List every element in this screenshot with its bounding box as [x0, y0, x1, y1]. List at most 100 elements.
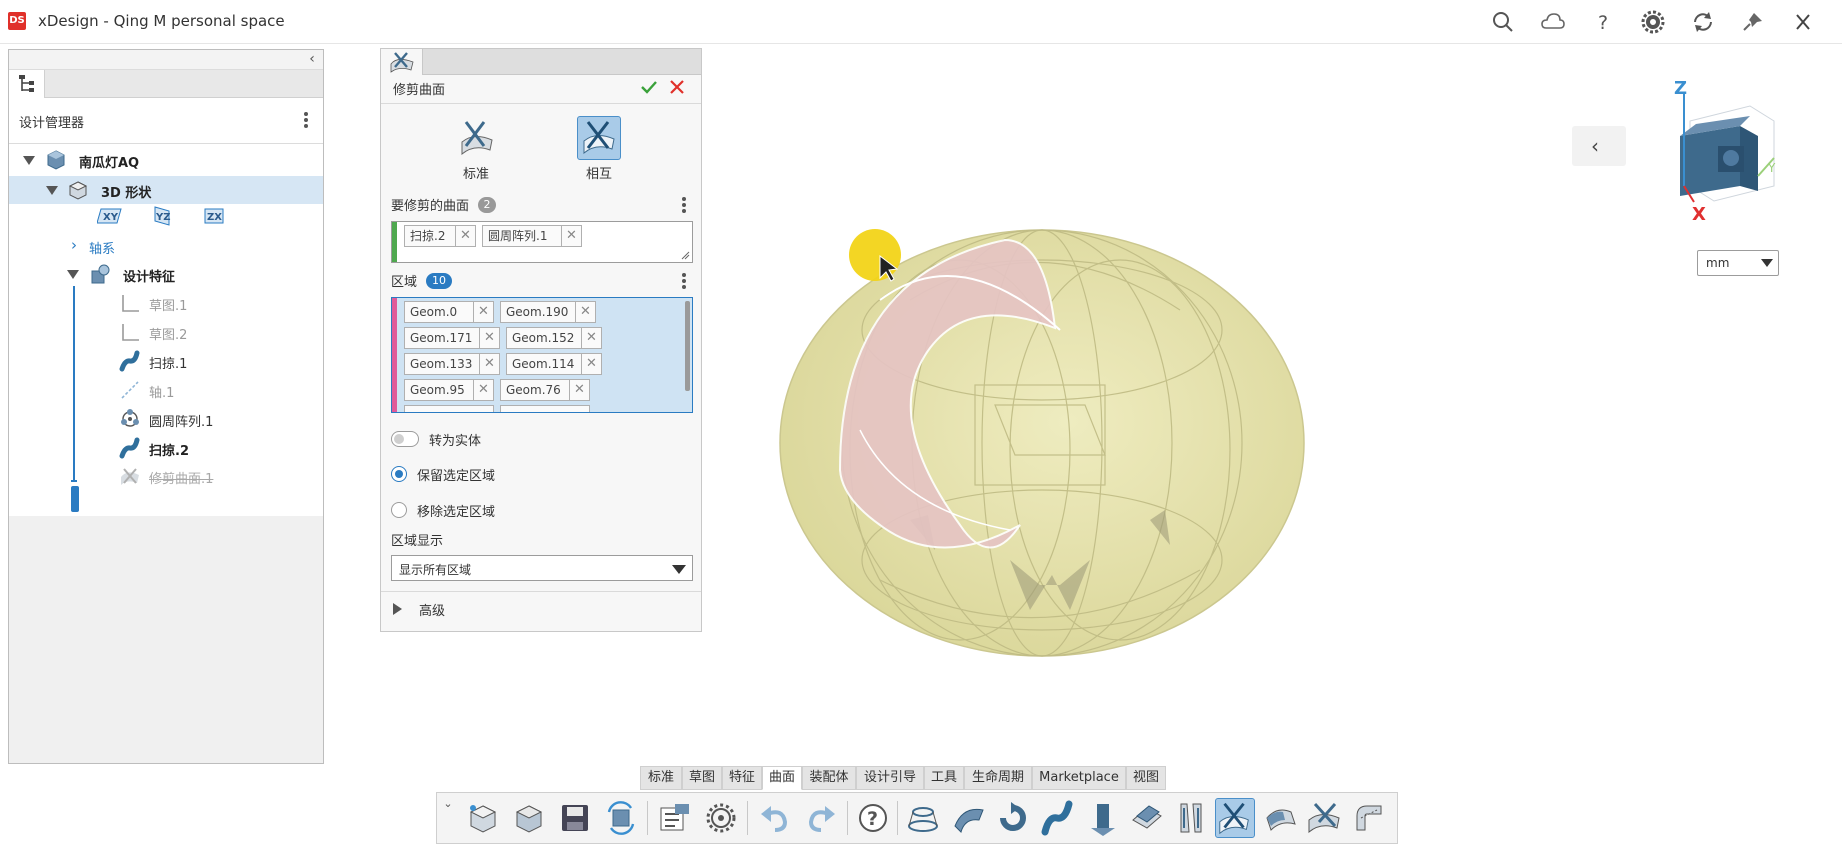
remove-chip-icon[interactable]: ✕: [575, 302, 595, 322]
tab-lifecycle[interactable]: 生命周期: [964, 766, 1032, 790]
tree-menu-button[interactable]: [299, 110, 313, 130]
save-icon[interactable]: [555, 798, 595, 838]
tab-standard[interactable]: 标准: [640, 766, 682, 790]
knit-icon[interactable]: [1349, 798, 1389, 838]
region-chip: Geom.0 ✕: [404, 301, 494, 323]
untrim-icon[interactable]: [1305, 798, 1345, 838]
loft-surface-icon[interactable]: [903, 798, 943, 838]
tree-item-part[interactable]: 南瓜灯AQ: [9, 146, 323, 174]
tab-feature-tree[interactable]: [9, 70, 45, 98]
settings-icon[interactable]: [701, 798, 741, 838]
advanced-label[interactable]: 高级: [419, 600, 445, 619]
keep-regions-radio[interactable]: [391, 466, 407, 482]
trim-surface-dialog: 修剪曲面 标准 相互 要修剪的曲面 2 扫掠.2 ✕ 圆周阵列.1 ✕ 区域 10 …: [380, 48, 702, 632]
zx-plane-icon[interactable]: ZX: [201, 205, 227, 227]
revolve-surface-icon[interactable]: [993, 798, 1033, 838]
triad-x-label: X: [1692, 204, 1706, 225]
tree-item-design-features[interactable]: 设计特征: [9, 260, 323, 288]
regions-menu-button[interactable]: [677, 271, 691, 291]
rebuild-icon[interactable]: [601, 798, 641, 838]
tab-trim-surface[interactable]: [381, 49, 423, 75]
mutual-mode-button[interactable]: [577, 116, 621, 160]
resize-grip-icon[interactable]: [680, 250, 690, 260]
chevron-right-icon[interactable]: ›: [71, 236, 77, 254]
tab-view[interactable]: 视图: [1126, 766, 1166, 790]
tab-sketch[interactable]: 草图: [682, 766, 722, 790]
help-icon[interactable]: ?: [853, 798, 893, 838]
tab-features[interactable]: 特征: [722, 766, 762, 790]
cancel-icon[interactable]: [667, 77, 687, 97]
expand-arrow-icon[interactable]: [23, 156, 35, 165]
tab-design-guidance[interactable]: 设计引导: [856, 766, 924, 790]
extrude-surface-icon[interactable]: [1083, 798, 1123, 838]
sweep-surface-icon[interactable]: [949, 798, 989, 838]
remove-chip-icon[interactable]: ✕: [479, 328, 499, 348]
region-display-dropdown[interactable]: 显示所有区域: [391, 555, 693, 581]
collapse-panel-button[interactable]: ‹: [305, 50, 319, 68]
redo-icon[interactable]: [801, 798, 841, 838]
to-solid-toggle[interactable]: [391, 431, 419, 447]
expand-arrow-icon[interactable]: [46, 186, 58, 195]
tree-label-3d-shape: 3D 形状: [101, 186, 152, 201]
surfaces-selection-box[interactable]: 扫掠.2 ✕ 圆周阵列.1 ✕: [391, 221, 693, 263]
help-icon[interactable]: ?: [1590, 10, 1616, 34]
regions-scrollbar[interactable]: [685, 301, 690, 391]
expand-arrow-icon[interactable]: [67, 270, 79, 279]
svg-text:XY: XY: [103, 212, 119, 223]
trim-surface-icon[interactable]: [1215, 798, 1255, 838]
tree-item-trim-surface-1[interactable]: 修剪曲面.1: [9, 462, 323, 490]
trim-surface-icon: [121, 468, 139, 485]
tab-marketplace[interactable]: Marketplace: [1032, 766, 1126, 790]
tab-tools[interactable]: 工具: [924, 766, 964, 790]
tree-item-circular-pattern-1[interactable]: 圆周阵列.1: [9, 405, 323, 433]
remove-chip-icon[interactable]: ✕: [473, 380, 493, 400]
toolbar-separator: [847, 801, 848, 835]
remove-chip-icon[interactable]: ✕: [581, 354, 601, 374]
open-icon[interactable]: [509, 798, 549, 838]
pumpkin-lantern-model[interactable]: [760, 180, 1320, 680]
remove-chip-icon[interactable]: ✕: [569, 380, 589, 400]
tree-item-sketch-1[interactable]: 草图.1: [9, 289, 323, 317]
remove-chip-icon[interactable]: ✕: [561, 226, 581, 246]
check-icon[interactable]: [639, 77, 659, 97]
expand-advanced-icon[interactable]: [393, 603, 402, 615]
cloud-icon[interactable]: [1540, 10, 1566, 34]
remove-regions-radio[interactable]: [391, 502, 407, 518]
properties-icon[interactable]: [655, 798, 695, 838]
rollback-bar[interactable]: [71, 486, 79, 512]
view-cube[interactable]: Z X Y: [1670, 76, 1790, 236]
remove-chip-icon[interactable]: ✕: [473, 302, 493, 322]
toolbar-expand-icon[interactable]: ⌄: [441, 797, 455, 837]
standard-mode-button[interactable]: [454, 116, 498, 160]
gear-icon[interactable]: [1640, 10, 1666, 34]
search-icon[interactable]: [1490, 10, 1516, 34]
keep-regions-label: 保留选定区域: [417, 469, 496, 484]
tree-item-axis-1[interactable]: 轴.1: [9, 376, 323, 404]
pin-icon[interactable]: [1740, 10, 1766, 34]
tree-item-sketch-2[interactable]: 草图.2: [9, 318, 323, 346]
remove-chip-icon[interactable]: ✕: [581, 328, 601, 348]
close-icon[interactable]: [1790, 10, 1816, 34]
regions-selection-box[interactable]: Geom.0 ✕ Geom.190 ✕ Geom.171 ✕ Geom.152 ✕ Ge…: [391, 297, 693, 413]
tree-item-sweep-2[interactable]: 扫掠.2: [9, 434, 323, 462]
units-dropdown[interactable]: mm: [1697, 250, 1779, 276]
sweep-icon[interactable]: [1037, 798, 1077, 838]
ruled-surface-icon[interactable]: [1171, 798, 1211, 838]
undo-icon[interactable]: [755, 798, 795, 838]
tree-item-sweep-1[interactable]: 扫掠.1: [9, 347, 323, 375]
remove-chip-icon[interactable]: ✕: [455, 226, 475, 246]
tab-assembly[interactable]: 装配体: [802, 766, 856, 790]
tab-surfaces[interactable]: 曲面: [762, 766, 802, 790]
tree-label-axis-1: 轴.1: [149, 386, 175, 401]
tree-item-axis-system[interactable]: › 轴系: [9, 232, 323, 260]
xy-plane-icon[interactable]: XY: [97, 205, 123, 227]
new-icon[interactable]: [463, 798, 503, 838]
extend-surface-icon[interactable]: [1261, 798, 1301, 838]
tree-item-3d-shape[interactable]: 3D 形状: [9, 176, 323, 204]
yz-plane-icon[interactable]: YZ: [149, 205, 175, 227]
surfaces-menu-button[interactable]: [677, 195, 691, 215]
remove-chip-icon[interactable]: ✕: [479, 354, 499, 374]
refresh-icon[interactable]: [1690, 10, 1716, 34]
offset-surface-icon[interactable]: [1127, 798, 1167, 838]
view-back-button[interactable]: ‹: [1572, 126, 1626, 166]
